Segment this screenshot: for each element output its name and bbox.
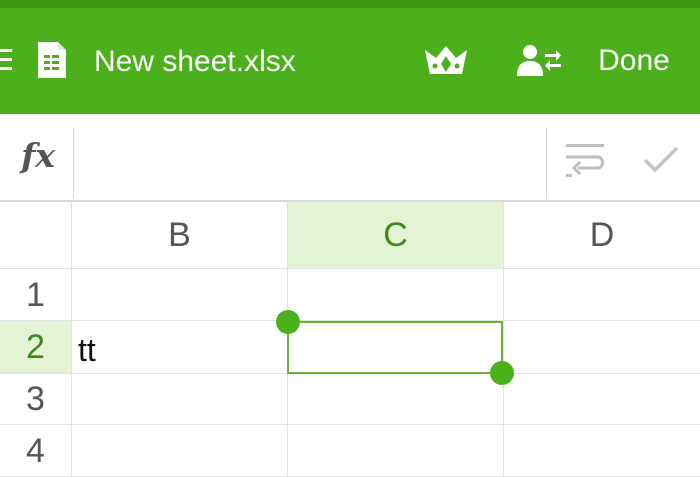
done-button[interactable]: Done	[592, 40, 676, 82]
cell-b1[interactable]	[72, 269, 288, 321]
share-user-icon[interactable]	[516, 42, 564, 78]
document-title[interactable]: New sheet.xlsx	[94, 42, 296, 82]
cell-d3[interactable]	[504, 374, 700, 425]
row-header-3[interactable]: 3	[0, 374, 72, 425]
menu-icon[interactable]	[0, 45, 14, 75]
divider	[546, 128, 547, 198]
row-header-1[interactable]: 1	[0, 269, 72, 321]
cell-c4[interactable]	[288, 425, 504, 477]
row-header-4[interactable]: 4	[0, 425, 72, 477]
column-header-d[interactable]: D	[504, 202, 700, 269]
grid-corner	[0, 202, 72, 269]
spreadsheet-grid: B C D 1 2 3 4 tt	[0, 202, 700, 477]
cell-d1[interactable]	[504, 269, 700, 321]
selection-handle-top-left[interactable]	[276, 310, 300, 334]
cell-c3[interactable]	[288, 374, 504, 425]
cell-b3[interactable]	[72, 374, 288, 425]
formula-bar: fx	[0, 114, 700, 202]
cell-d4[interactable]	[504, 425, 700, 477]
cell-d2[interactable]	[504, 321, 700, 374]
divider	[73, 128, 74, 198]
selection-handle-bottom-right[interactable]	[490, 361, 514, 385]
status-strip	[0, 0, 700, 8]
row-header-2[interactable]: 2	[0, 321, 72, 374]
column-header-b[interactable]: B	[72, 202, 288, 269]
app-toolbar: New sheet.xlsx Done	[0, 0, 700, 114]
fx-icon[interactable]: fx	[14, 136, 62, 176]
cell-b4[interactable]	[72, 425, 288, 477]
formula-input[interactable]	[82, 130, 538, 188]
spreadsheet-file-icon	[36, 40, 68, 80]
crown-premium-icon[interactable]	[422, 42, 470, 78]
wrap-text-icon[interactable]	[562, 140, 610, 180]
cell-c1[interactable]	[288, 269, 504, 321]
column-header-c[interactable]: C	[288, 202, 504, 269]
cell-b2[interactable]: tt	[72, 321, 288, 374]
checkmark-icon[interactable]	[640, 142, 682, 178]
cell-c2[interactable]	[288, 321, 504, 374]
